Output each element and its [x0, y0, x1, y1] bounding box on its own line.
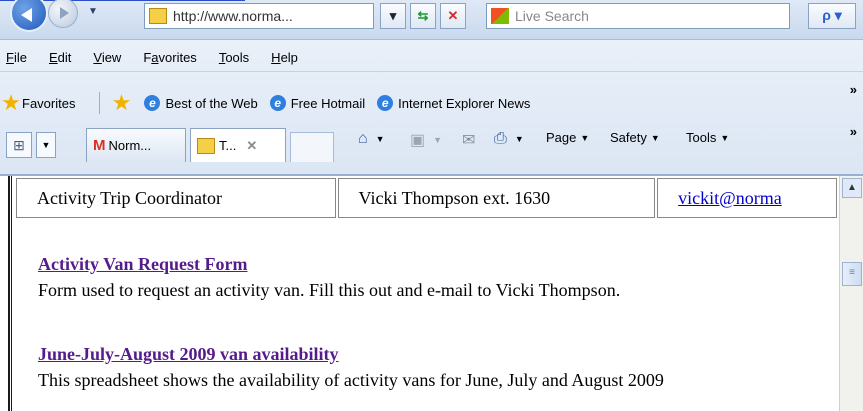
chevron-down-icon: ▼	[433, 135, 443, 145]
table-row: Activity Trip Coordinator Vicki Thompson…	[16, 178, 837, 218]
add-favorite-star-icon: ★	[111, 90, 132, 115]
chevron-down-icon: ▼	[720, 132, 730, 143]
home-button[interactable]: ⌂ ▼	[358, 130, 385, 148]
menu-view[interactable]: View	[93, 50, 121, 65]
contact-role-cell: Activity Trip Coordinator	[16, 178, 336, 218]
stop-button[interactable]: ✕	[440, 3, 466, 29]
van-request-form-description: Form used to request an activity van. Fi…	[38, 280, 621, 300]
home-icon: ⌂	[358, 130, 368, 147]
chevron-down-icon: ▼	[650, 132, 660, 143]
favorite-link-label: Internet Explorer News	[398, 95, 531, 111]
feeds-button[interactable]: ▣ ▼	[410, 130, 442, 150]
tab-label: Norm...	[108, 138, 152, 153]
recent-pages-chevron-down-icon[interactable]: ▼	[88, 6, 98, 17]
favorites-overflow-chevron-icon[interactable]: »	[850, 82, 857, 97]
address-text: http://www.norma...	[173, 8, 293, 24]
scroll-up-button[interactable]: ▲	[842, 178, 862, 198]
new-tab-button[interactable]	[290, 132, 334, 162]
browser-chrome: ▼ http://www.norma... ▾ ⇆ ✕ Live Search …	[0, 0, 863, 174]
tab-norm[interactable]: M Norm...	[86, 128, 186, 162]
command-overflow-chevron-icon[interactable]: »	[850, 124, 857, 139]
frame-left-edge	[8, 176, 12, 411]
van-request-form-link[interactable]: Activity Van Request Form	[38, 254, 248, 275]
mail-icon: ✉	[462, 132, 476, 149]
page-content: Activity Trip Coordinator Vicki Thompson…	[14, 176, 839, 411]
tab-list-chevron-down-icon[interactable]: ▼	[36, 132, 56, 158]
tab-active[interactable]: T... ✕	[190, 128, 286, 162]
refresh-button[interactable]: ⇆	[410, 3, 436, 29]
contact-table: Activity Trip Coordinator Vicki Thompson…	[14, 176, 839, 220]
menu-file[interactable]: File	[6, 50, 27, 65]
favorite-link-best-of-web[interactable]: e Best of the Web	[144, 95, 258, 111]
forward-button[interactable]	[48, 0, 78, 28]
favorites-label: Favorites	[22, 95, 76, 111]
search-input[interactable]: Live Search	[486, 3, 790, 29]
chevron-down-icon: ▼	[514, 134, 524, 144]
address-input[interactable]: http://www.norma...	[144, 3, 374, 29]
contact-name-cell: Vicki Thompson ext. 1630	[337, 178, 656, 218]
ie-icon: e	[269, 95, 286, 111]
divider	[99, 92, 101, 114]
rss-icon: ▣	[410, 132, 426, 149]
tools-menu-label: Tools	[686, 130, 717, 145]
contact-email-link[interactable]: vickit@norma	[678, 188, 782, 208]
safety-menu-label: Safety	[610, 130, 647, 145]
search-placeholder: Live Search	[515, 8, 589, 24]
menu-tools[interactable]: Tools	[219, 50, 249, 65]
ie-icon: e	[377, 95, 394, 111]
address-bar-row: ▼ http://www.norma... ▾ ⇆ ✕ Live Search …	[0, 0, 863, 40]
back-button[interactable]	[10, 0, 48, 32]
chevron-down-icon: ▼	[580, 132, 590, 143]
menu-favorites[interactable]: Favorites	[143, 50, 196, 65]
menu-help[interactable]: Help	[271, 50, 298, 65]
star-icon: ★	[1, 90, 21, 115]
read-mail-button[interactable]: ✉	[462, 130, 479, 150]
address-dropdown-button[interactable]: ▾	[380, 3, 406, 29]
scroll-thumb[interactable]: ≡	[842, 262, 862, 286]
tools-menu-button[interactable]: Tools ▼	[686, 130, 729, 145]
vertical-scrollbar[interactable]: ▲ ≡	[839, 176, 863, 411]
close-icon[interactable]: ✕	[246, 138, 257, 154]
van-availability-link[interactable]: June-July-August 2009 van availability	[38, 344, 339, 365]
favorites-button[interactable]: ★ Favorites	[0, 92, 75, 114]
safety-menu-button[interactable]: Safety ▼	[610, 130, 660, 145]
search-button[interactable]: ρ ▾	[808, 3, 856, 29]
print-button[interactable]: ⎙ ▼	[494, 130, 524, 148]
page-icon	[149, 8, 167, 24]
page-menu-button[interactable]: Page ▼	[546, 130, 589, 145]
menu-edit[interactable]: Edit	[49, 50, 71, 65]
tab-label: T...	[219, 138, 237, 153]
live-search-icon	[491, 8, 509, 24]
page-icon	[197, 137, 215, 154]
favorites-bar: ★ Favorites ★ e Best of the Web e Free H…	[0, 86, 863, 120]
ie-icon: e	[144, 95, 161, 111]
quick-tabs-button[interactable]: ⊞	[6, 132, 32, 158]
van-availability-description: This spreadsheet shows the availability …	[38, 370, 664, 390]
page-menu-label: Page	[546, 130, 577, 145]
favorite-link-ie-news[interactable]: e Internet Explorer News	[377, 95, 530, 111]
gmail-icon: M	[93, 137, 106, 154]
favorite-link-free-hotmail[interactable]: e Free Hotmail	[269, 95, 366, 111]
menu-bar: File Edit View Favorites Tools Help	[0, 44, 863, 72]
print-icon: ⎙	[494, 130, 507, 147]
chevron-down-icon: ▼	[375, 134, 385, 144]
favorite-link-label: Best of the Web	[165, 95, 258, 111]
contact-email-cell: vickit@norma	[657, 178, 837, 218]
favorite-link-label: Free Hotmail	[290, 95, 366, 111]
add-favorite-button[interactable]: ★	[110, 92, 132, 114]
